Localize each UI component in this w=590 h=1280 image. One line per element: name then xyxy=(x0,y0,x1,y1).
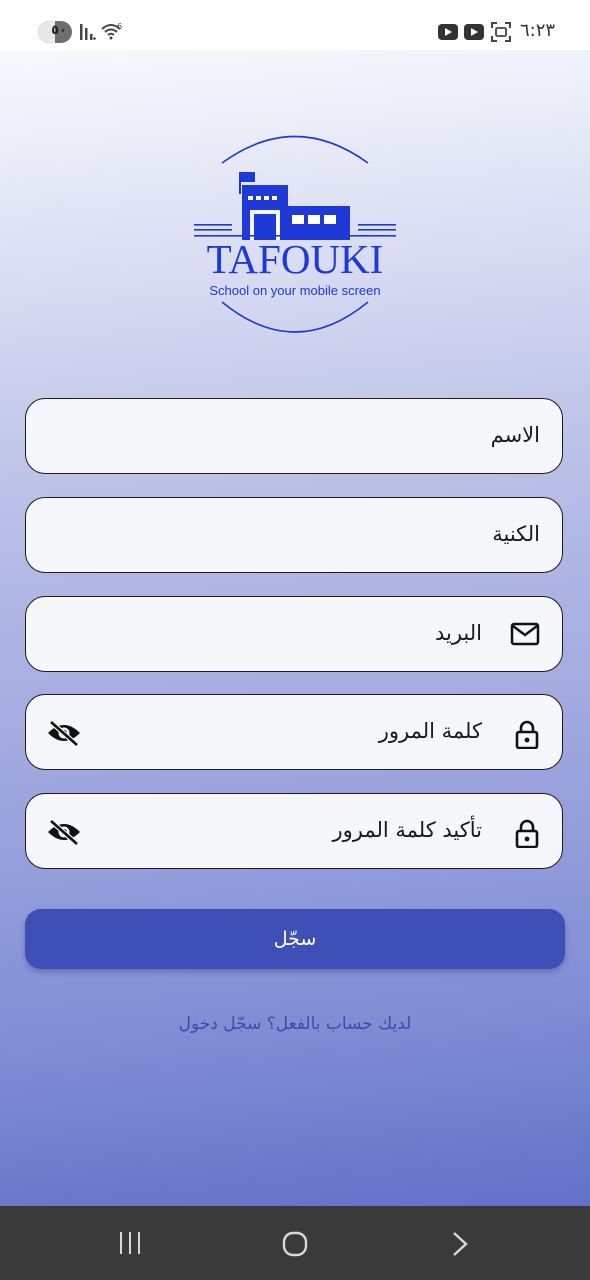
signal-icon xyxy=(80,24,96,40)
battery-icon: ٥٠ xyxy=(38,21,72,43)
tafouki-logo: TAFOUKI School on your mobile screen xyxy=(194,135,396,333)
email-field[interactable]: البريد xyxy=(25,596,563,672)
login-link-container: لديك حساب بالفعل؟ سجّل دخول xyxy=(0,1014,590,1034)
youtube-icon xyxy=(438,24,458,40)
first-name-field[interactable]: الاسم xyxy=(25,398,563,474)
login-link[interactable]: لديك حساب بالفعل؟ سجّل دخول xyxy=(179,1014,412,1034)
last-name-placeholder: الكنية xyxy=(492,522,540,546)
back-icon[interactable] xyxy=(450,1230,470,1258)
register-button[interactable]: سجّل xyxy=(25,909,565,969)
battery-level: ٥٠ xyxy=(51,23,67,38)
wifi-icon: 6 xyxy=(101,22,122,40)
mail-icon xyxy=(510,622,540,646)
screenshot-icon xyxy=(491,22,511,42)
email-placeholder: البريد xyxy=(434,621,482,645)
confirm-password-placeholder: تأكيد كلمة المرور xyxy=(332,818,482,842)
last-name-field[interactable]: الكنية xyxy=(25,497,563,573)
lock-icon xyxy=(515,819,539,848)
confirm-password-field[interactable]: تأكيد كلمة المرور xyxy=(25,793,563,869)
eye-off-icon[interactable] xyxy=(46,719,82,747)
home-icon[interactable] xyxy=(281,1230,309,1258)
password-field[interactable]: كلمة المرور xyxy=(25,694,563,770)
logo-name: TAFOUKI xyxy=(207,236,384,282)
navigation-bar xyxy=(0,1206,590,1280)
svg-text:6: 6 xyxy=(117,22,122,31)
eye-off-icon[interactable] xyxy=(46,818,82,846)
status-time: ٦:٢٣ xyxy=(520,20,556,41)
youtube-icon xyxy=(464,24,484,40)
logo-tagline: School on your mobile screen xyxy=(209,283,380,298)
recent-apps-icon[interactable] xyxy=(118,1230,142,1256)
lock-icon xyxy=(515,720,539,749)
status-bar: ٥٠ 6 ٦:٢٣ xyxy=(0,0,590,50)
password-placeholder: كلمة المرور xyxy=(378,719,482,743)
first-name-placeholder: الاسم xyxy=(490,423,540,447)
